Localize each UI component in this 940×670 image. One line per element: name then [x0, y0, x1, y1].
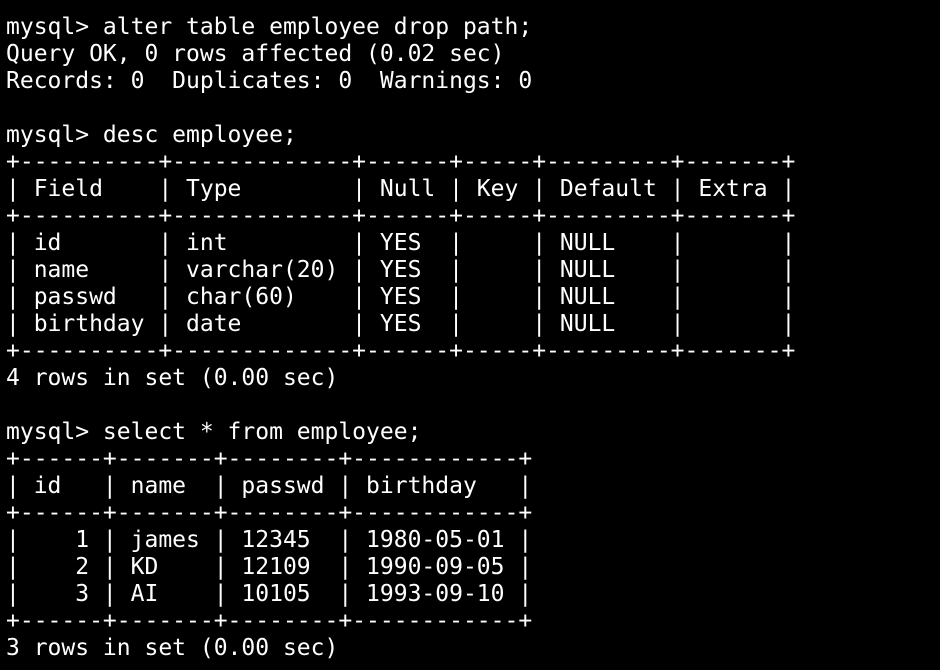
result-summary-line: 3 rows in set (0.00 sec)	[6, 635, 339, 661]
table-row: | 1 | james | 12345 | 1980-05-01 |	[6, 527, 533, 553]
table-header-line: | id | name | passwd | birthday |	[6, 473, 533, 499]
table-header-line: | Field | Type | Null | Key | Default | …	[6, 176, 796, 202]
terminal-window[interactable]: mysql> alter table employee drop path; Qu…	[0, 0, 940, 670]
table-border-line: +------+-------+--------+------------+	[6, 500, 533, 526]
output-line: Records: 0 Duplicates: 0 Warnings: 0	[6, 68, 533, 94]
command-line: mysql> desc employee;	[6, 122, 297, 148]
table-row: | id | int | YES | | NULL | |	[6, 230, 796, 256]
table-border-line: +----------+-------------+------+-----+-…	[6, 149, 796, 175]
table-row: | birthday | date | YES | | NULL | |	[6, 311, 796, 337]
table-border-line: +----------+-------------+------+-----+-…	[6, 203, 796, 229]
table-row: | name | varchar(20) | YES | | NULL | |	[6, 257, 796, 283]
table-row: | passwd | char(60) | YES | | NULL | |	[6, 284, 796, 310]
table-border-line: +------+-------+--------+------------+	[6, 446, 533, 472]
command-line: mysql> alter table employee drop path;	[6, 14, 533, 40]
output-line: Query OK, 0 rows affected (0.02 sec)	[6, 41, 505, 67]
table-border-line: +------+-------+--------+------------+	[6, 608, 533, 634]
table-row: | 2 | KD | 12109 | 1990-09-05 |	[6, 554, 533, 580]
terminal-output: mysql> alter table employee drop path; Qu…	[0, 0, 940, 662]
table-row: | 3 | AI | 10105 | 1993-09-10 |	[6, 581, 533, 607]
result-summary-line: 4 rows in set (0.00 sec)	[6, 365, 339, 391]
table-border-line: +----------+-------------+------+-----+-…	[6, 338, 796, 364]
command-line: mysql> select * from employee;	[6, 419, 422, 445]
